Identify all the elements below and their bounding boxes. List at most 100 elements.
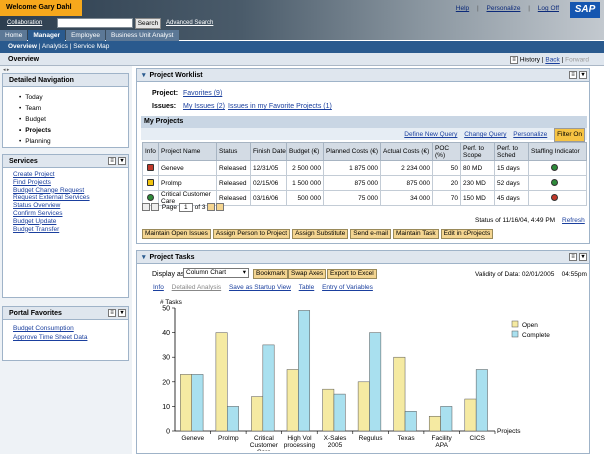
col-finish-date[interactable]: Finish Date (250, 142, 287, 161)
edit-in-cprojects-button[interactable]: Edit in cProjects (440, 229, 494, 239)
filter-on-button[interactable]: Filter On (554, 128, 585, 142)
table-header-row: Info Project Name Status Finish Date Bud… (142, 142, 587, 161)
subnav-service-map[interactable]: Service Map (73, 43, 109, 50)
forward-link[interactable]: Forward (565, 57, 589, 64)
service-status-overview[interactable]: Status Overview (13, 202, 128, 210)
swap-axes-button[interactable]: Swap Axes (288, 269, 327, 279)
info-link[interactable]: Info (153, 284, 164, 291)
service-budget-change-request[interactable]: Budget Change Request (13, 187, 128, 195)
send-email-button[interactable]: Send e-mail (350, 229, 391, 239)
maintain-task-button[interactable]: Maintain Task (392, 229, 439, 239)
assign-person-button[interactable]: Assign Person to Project (212, 229, 291, 239)
collapse-icon[interactable]: ▾ (579, 253, 587, 261)
x-axis-label: Projects (497, 428, 521, 435)
table-link[interactable]: Table (299, 284, 315, 291)
col-perf-scope[interactable]: Perf. to Scope (460, 142, 495, 161)
project-label: Project: (152, 90, 179, 97)
legend-label-open: Open (522, 322, 538, 329)
collapse-icon[interactable]: ▾ (579, 71, 587, 79)
tab-manager[interactable]: Manager (28, 30, 66, 41)
service-budget-update[interactable]: Budget Update (13, 218, 128, 226)
page-number-input[interactable]: 1 (178, 202, 193, 212)
entry-of-variables-link[interactable]: Entry of Variables (322, 284, 373, 291)
sub-navigation: Overview | Analytics | Service Map (0, 41, 604, 53)
favorite-issues-link[interactable]: Issues in my Favorite Projects (1) (228, 103, 332, 110)
tab-home[interactable]: Home (0, 30, 28, 41)
my-issues-link[interactable]: My Issues (2) (183, 103, 225, 110)
prev-page-icon[interactable] (151, 203, 159, 212)
personalize-table-link[interactable]: Personalize (513, 131, 547, 138)
col-planned-costs[interactable]: Planned Costs (€) (323, 142, 381, 161)
help-link[interactable]: Help (456, 5, 469, 12)
collapse-triangle-icon[interactable]: ▾ (142, 72, 146, 79)
red-status-icon (147, 163, 154, 171)
advanced-search-link[interactable]: Advanced Search (166, 20, 213, 26)
detailed-analysis-link[interactable]: Detailed Analysis (172, 284, 222, 291)
nav-item-budget[interactable]: Budget (19, 114, 128, 125)
project-favorites-link[interactable]: Favorites (9) (183, 90, 222, 97)
logoff-link[interactable]: Log Off (538, 5, 559, 12)
personalize-link[interactable]: Personalize (487, 5, 521, 12)
service-create-project[interactable]: Create Project (13, 171, 128, 179)
subnav-overview[interactable]: Overview (8, 43, 37, 50)
maintain-open-issues-button[interactable]: Maintain Open Issues (142, 229, 211, 239)
validity-text: Validity of Data: 02/01/2005 04:55pm (475, 271, 587, 278)
change-query-link[interactable]: Change Query (464, 131, 506, 138)
save-startup-view-link[interactable]: Save as Startup View (229, 284, 291, 291)
first-page-icon[interactable] (142, 203, 150, 212)
tab-business-unit-analyst[interactable]: Business Unit Analyst (105, 30, 179, 41)
menu-icon[interactable]: ≡ (569, 71, 577, 79)
col-budget[interactable]: Budget (€) (286, 142, 324, 161)
menu-icon[interactable]: ≡ (108, 309, 116, 317)
col-project-name[interactable]: Project Name (158, 142, 217, 161)
search-button[interactable]: Search (135, 18, 161, 29)
favorite-approve-time-sheet[interactable]: Approve Time Sheet Data (13, 333, 128, 342)
nav-item-team[interactable]: Team (19, 103, 128, 114)
assign-substitute-button[interactable]: Assign Substitute (292, 229, 349, 239)
define-new-query-link[interactable]: Define New Query (404, 131, 457, 138)
col-poc[interactable]: POC (%) (432, 142, 461, 161)
bar-open (464, 398, 477, 432)
cell-name[interactable]: Prolmp (158, 175, 217, 191)
favorite-budget-consumption[interactable]: Budget Consumption (13, 324, 128, 333)
bar-open (215, 332, 228, 432)
next-page-icon[interactable] (207, 203, 216, 212)
cell-scope: 150 MD (460, 190, 495, 206)
nav-item-projects[interactable]: Projects (19, 125, 128, 136)
collapse-triangle-icon[interactable]: ▾ (142, 254, 146, 261)
back-link[interactable]: Back (545, 57, 559, 64)
x-tick-label: CICS (469, 435, 485, 442)
cell-scope: 80 MD (460, 160, 495, 176)
nav-item-today[interactable]: Today (19, 92, 128, 103)
service-find-projects[interactable]: Find Projects (13, 179, 128, 187)
cell-name[interactable]: Geneve (158, 160, 217, 176)
history-link[interactable]: History (520, 57, 540, 64)
service-confirm-services[interactable]: Confirm Services (13, 210, 128, 218)
service-request-external-services[interactable]: Request External Services (13, 194, 128, 202)
last-page-icon[interactable] (216, 203, 225, 212)
export-excel-button[interactable]: Export to Excel (327, 269, 377, 279)
nav-item-planning[interactable]: Planning (19, 136, 128, 147)
chart-type-select[interactable]: Column Chart ▾ (183, 268, 249, 278)
service-budget-transfer[interactable]: Budget Transfer (13, 226, 128, 234)
col-perf-sched[interactable]: Perf. to Sched (494, 142, 529, 161)
menu-icon[interactable]: ≡ (569, 253, 577, 261)
col-info[interactable]: Info (142, 142, 159, 161)
tab-employee[interactable]: Employee (66, 30, 105, 41)
col-staffing[interactable]: Staffing Indicator (528, 142, 587, 161)
refresh-link[interactable]: Refresh (562, 217, 585, 224)
x-tick-label: X-Sales 2005 (324, 435, 348, 449)
subnav-analytics[interactable]: Analytics (42, 43, 68, 50)
col-status[interactable]: Status (216, 142, 251, 161)
menu-icon[interactable]: ≡ (108, 157, 116, 165)
col-actual-costs[interactable]: Actual Costs (€) (380, 142, 433, 161)
bookmark-button[interactable]: Bookmark (253, 269, 289, 279)
collaboration-link[interactable]: Collaboration (7, 20, 42, 26)
detailed-navigation-panel: Detailed Navigation Today Team Budget Pr… (2, 73, 129, 148)
table-row[interactable]: Prolmp Released 02/15/06 1 500 000 875 000 87… (142, 175, 587, 191)
collapse-icon[interactable]: ▾ (118, 157, 126, 165)
search-input[interactable] (57, 18, 133, 28)
collapse-icon[interactable]: ▾ (118, 309, 126, 317)
menu-icon[interactable]: ≡ (510, 56, 518, 64)
table-row[interactable]: Geneve Released 12/31/05 2 500 000 1 875 000… (142, 160, 587, 176)
